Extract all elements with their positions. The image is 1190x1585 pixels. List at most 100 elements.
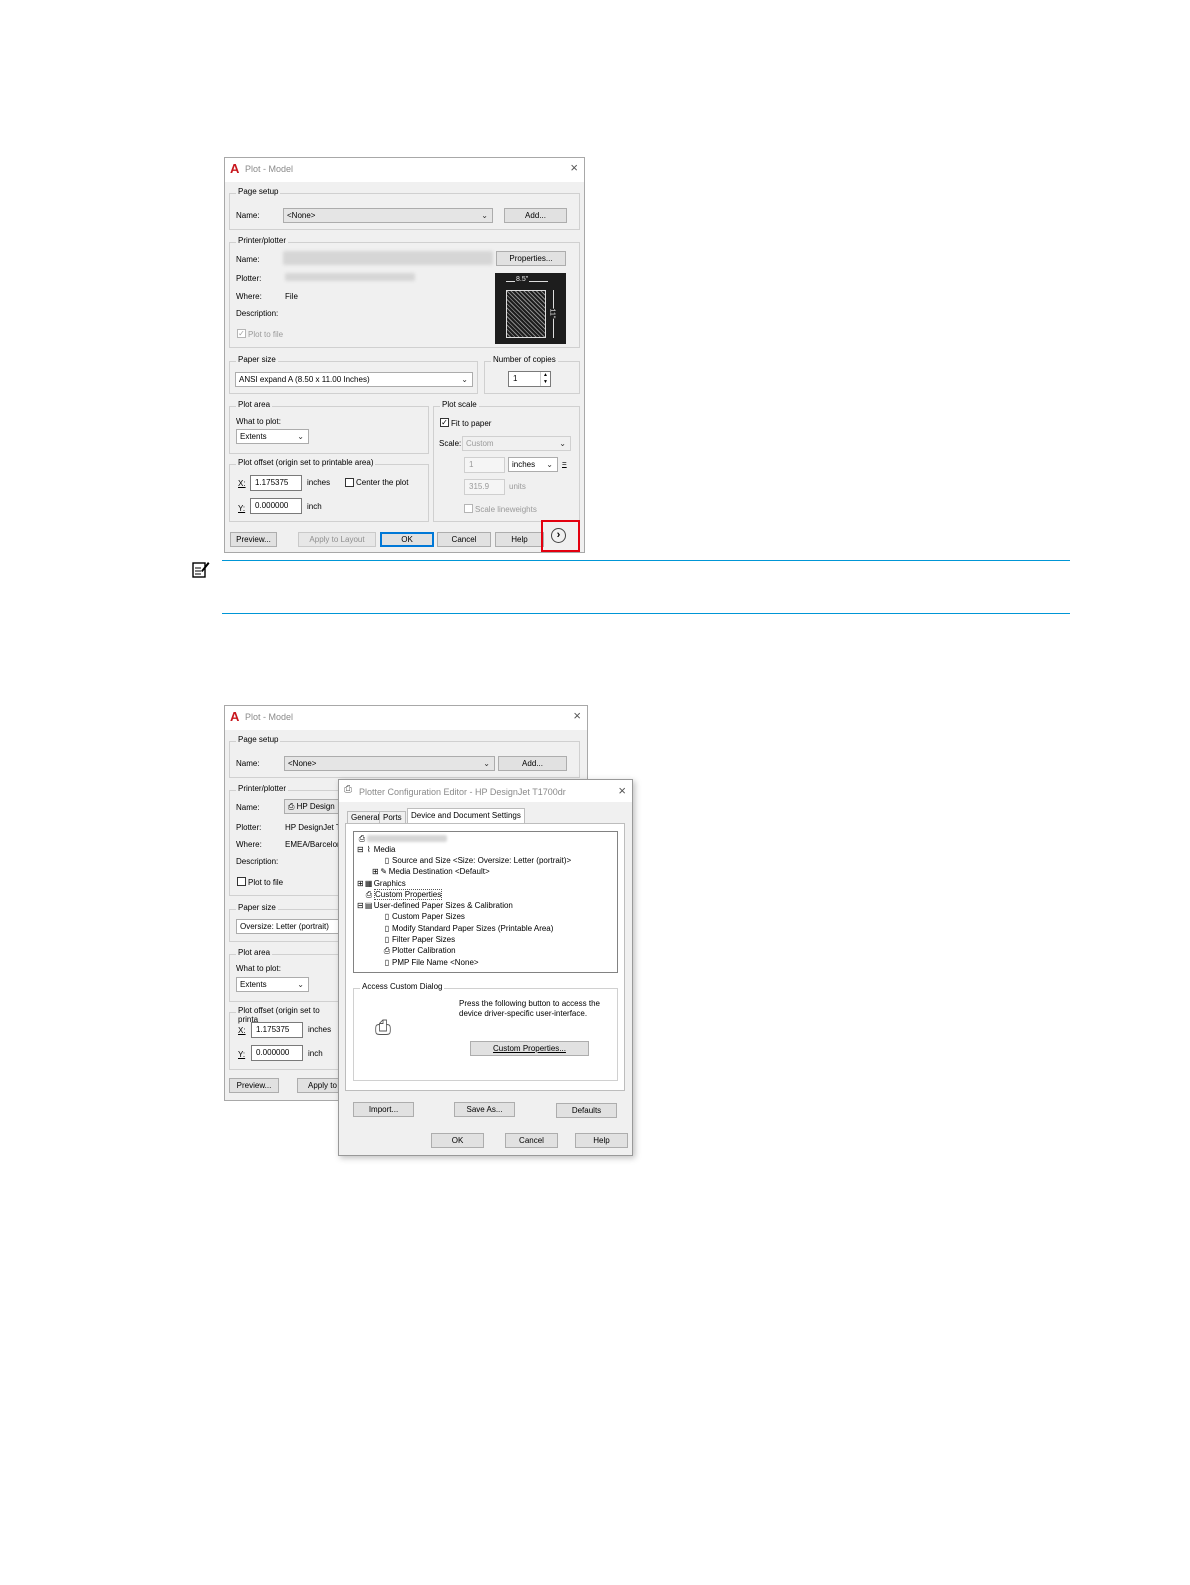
fit-to-paper-label: Fit to paper xyxy=(451,419,492,428)
preview-button[interactable]: Preview... xyxy=(230,532,277,547)
title-bar: A Plot - Model × xyxy=(225,706,587,730)
where-label: Where: xyxy=(236,292,262,301)
close-icon[interactable]: × xyxy=(570,160,578,175)
ok-button[interactable]: OK xyxy=(380,532,434,547)
printer-name-blurred[interactable] xyxy=(283,251,493,265)
close-icon[interactable]: × xyxy=(573,708,581,723)
chevron-right-icon: › xyxy=(556,529,561,541)
paper-preview: 8.5" 11" xyxy=(495,273,566,344)
autocad-logo-icon: A xyxy=(230,709,240,724)
plotter-value-blurred xyxy=(285,273,415,281)
page-setup-name-select[interactable]: <None> ⌄ xyxy=(284,756,495,771)
document-icon: ▯ xyxy=(384,924,390,933)
custom-properties-button[interactable]: Custom Properties... xyxy=(470,1041,589,1056)
scale-denominator-input[interactable]: 315.9 xyxy=(464,479,505,495)
plot-offset-group: Plot offset (origin set to printa xyxy=(229,1006,339,1070)
chevron-down-icon: ⌄ xyxy=(297,432,304,441)
tree-root[interactable]: ⎙ xyxy=(357,834,447,844)
note-bottom-rule xyxy=(222,613,1070,614)
tree-item-media-destination[interactable]: ⊞ ✎ Media Destination <Default> xyxy=(372,867,490,876)
plot-to-file-checkbox[interactable] xyxy=(237,877,246,886)
plotter-config-editor: ⎙ Plotter Configuration Editor - HP Desi… xyxy=(338,779,633,1156)
preview-height-label: 11" xyxy=(548,308,556,319)
what-to-plot-select[interactable]: Extents ⌄ xyxy=(236,977,309,992)
tree-item-pmp-file[interactable]: ▯ PMP File Name <None> xyxy=(382,958,479,967)
plot-to-file-label: Plot to file xyxy=(248,878,284,887)
center-plot-label: Center the plot xyxy=(356,478,409,487)
scale-numerator-input[interactable]: 1 xyxy=(464,457,505,473)
chevron-down-icon: ⌄ xyxy=(481,211,488,220)
tree-item-modify-standard[interactable]: ▯ Modify Standard Paper Sizes (Printable … xyxy=(382,924,554,933)
help-button[interactable]: Help xyxy=(495,532,544,547)
document-icon: ▯ xyxy=(384,935,390,944)
scale-select[interactable]: Custom ⌄ xyxy=(462,436,571,451)
x-offset-input[interactable]: 1.175375 xyxy=(251,1022,303,1038)
import-button[interactable]: Import... xyxy=(353,1102,414,1117)
properties-button[interactable]: Properties... xyxy=(496,251,566,266)
tree-item-user-defined[interactable]: ⊟▤User-defined Paper Sizes & Calibration xyxy=(357,901,513,910)
tab-device-document-settings[interactable]: Device and Document Settings xyxy=(407,808,525,824)
group-label: Printer/plotter xyxy=(236,236,289,245)
printer-config-icon: ⎙ xyxy=(344,784,352,795)
cancel-button[interactable]: Cancel xyxy=(505,1133,558,1148)
chevron-down-icon: ⌄ xyxy=(546,460,553,469)
x-unit-label: inches xyxy=(308,1025,332,1034)
paper-size-select[interactable]: Oversize: Letter (portrait) xyxy=(236,919,339,934)
tree-item-plotter-calibration[interactable]: ⎙ Plotter Calibration xyxy=(382,946,456,956)
y-offset-input[interactable]: 0.000000 xyxy=(251,1045,303,1061)
what-to-plot-label: What to plot: xyxy=(236,964,281,973)
close-icon[interactable]: × xyxy=(618,783,626,798)
tree-item-custom-properties[interactable]: ⎙ Custom Properties xyxy=(364,889,443,900)
scale-lineweights-checkbox[interactable] xyxy=(464,504,473,513)
group-label: Paper size xyxy=(236,355,278,364)
add-button[interactable]: Add... xyxy=(498,756,567,771)
printer-icon: ⎙ xyxy=(288,802,297,811)
scale-label: Scale: xyxy=(439,439,462,448)
tree-item-source-size[interactable]: ▯ Source and Size <Size: Oversize: Letter… xyxy=(382,856,571,865)
x-offset-input[interactable]: 1.175375 xyxy=(250,475,302,491)
window-title: Plotter Configuration Editor - HP Design… xyxy=(359,787,566,797)
expand-button[interactable]: › xyxy=(551,528,566,543)
x-label: X: xyxy=(238,479,246,488)
description-label: Description: xyxy=(236,857,279,866)
printer-name-label: Name: xyxy=(236,255,260,264)
properties-icon: ⎙ xyxy=(365,890,373,899)
paper-size-select[interactable]: ANSI expand A (8.50 x 11.00 Inches) ⌄ xyxy=(235,372,473,387)
folder-icon: ▤ xyxy=(364,901,373,910)
apply-to-layout-button[interactable]: Apply to Layout xyxy=(298,532,376,547)
graphics-icon: ▦ xyxy=(364,879,373,888)
y-offset-input[interactable]: 0.000000 xyxy=(250,498,302,514)
ok-button[interactable]: OK xyxy=(431,1133,484,1148)
tree-item-filter-paper[interactable]: ▯ Filter Paper Sizes xyxy=(382,935,455,944)
note-icon xyxy=(192,560,210,578)
add-button[interactable]: Add... xyxy=(504,208,567,223)
help-button[interactable]: Help xyxy=(575,1133,628,1148)
apply-to-layout-button[interactable]: Apply to xyxy=(297,1078,341,1093)
center-plot-checkbox[interactable] xyxy=(345,478,354,487)
tree-item-custom-paper-sizes[interactable]: ▯ Custom Paper Sizes xyxy=(382,912,465,921)
printer-name-select[interactable]: ⎙ HP Design xyxy=(284,799,344,814)
where-value: EMEA/Barcelon xyxy=(285,840,342,849)
plot-to-file-label: Plot to file xyxy=(248,330,284,339)
spin-arrows-icon[interactable]: ▲ ▼ xyxy=(540,372,550,386)
group-label: Plot area xyxy=(236,400,273,409)
page-setup-name-label: Name: xyxy=(236,211,260,220)
what-to-plot-select[interactable]: Extents ⌄ xyxy=(236,429,309,444)
settings-tree[interactable]: ⎙ ⊟ ⌇ Media ▯ Source and Size <Size: Oversi… xyxy=(353,831,618,973)
fit-to-paper-checkbox[interactable]: ✓ xyxy=(440,418,449,427)
group-label: Page setup xyxy=(236,187,281,196)
save-as-button[interactable]: Save As... xyxy=(454,1102,515,1117)
scale-unit-select[interactable]: inches ⌄ xyxy=(508,457,558,472)
cancel-button[interactable]: Cancel xyxy=(437,532,491,547)
tree-item-media[interactable]: ⊟ ⌇ Media xyxy=(357,845,396,854)
tree-item-graphics[interactable]: ⊞▦Graphics xyxy=(357,879,406,888)
page-setup-name-label: Name: xyxy=(236,759,260,768)
plotter-value: HP DesignJet T xyxy=(285,823,341,832)
copies-spinner[interactable]: 1 ▲ ▼ xyxy=(508,371,551,387)
plot-to-file-checkbox[interactable]: ✓ xyxy=(237,329,246,338)
what-to-plot-label: What to plot: xyxy=(236,417,281,426)
defaults-button[interactable]: Defaults xyxy=(556,1103,617,1118)
x-label: X: xyxy=(238,1026,246,1035)
preview-button[interactable]: Preview... xyxy=(229,1078,279,1093)
page-setup-name-select[interactable]: <None> ⌄ xyxy=(283,208,493,223)
